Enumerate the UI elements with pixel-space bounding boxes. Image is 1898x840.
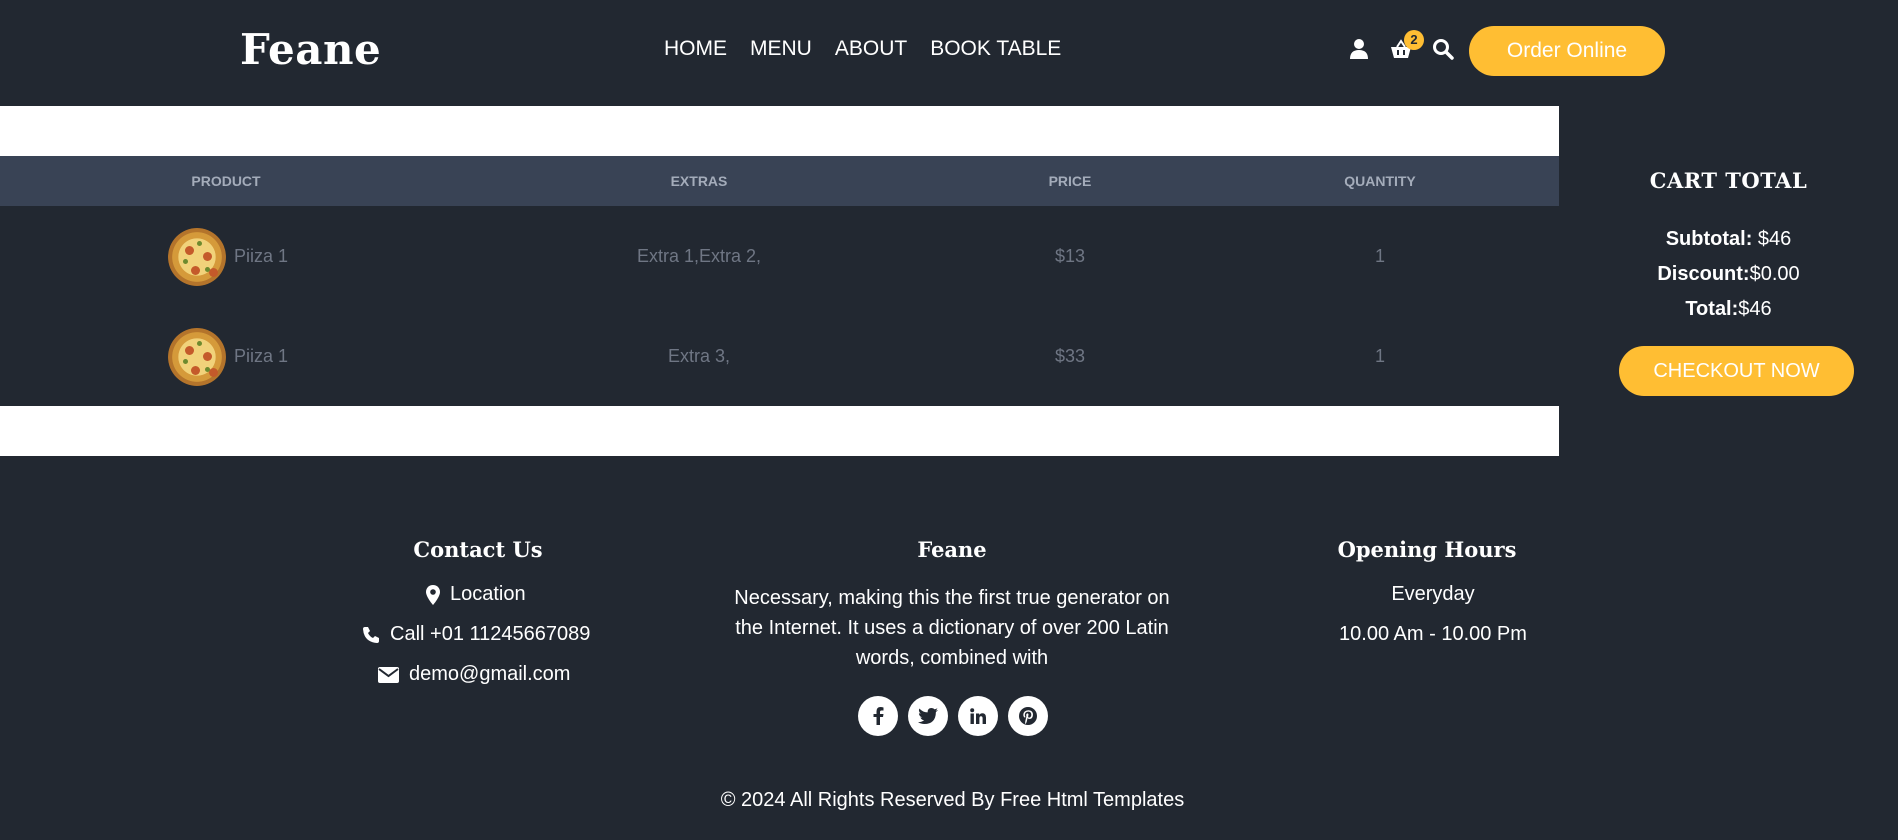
total-label: Total:	[1685, 298, 1739, 320]
search-icon[interactable]	[1432, 38, 1454, 60]
checkout-now-button[interactable]: CHECKOUT NOW	[1619, 346, 1854, 396]
cart-table: PRODUCT EXTRAS PRICE QUANTITY Piiza 1 Ex…	[0, 106, 1559, 456]
discount-value: $0.00	[1749, 263, 1800, 285]
nav-about[interactable]: ABOUT	[835, 37, 907, 61]
table-row: Piiza 1 Extra 3, $33 1	[0, 306, 1559, 406]
column-extras: EXTRAS	[670, 173, 728, 189]
product-name: Piiza 1	[234, 246, 289, 266]
contact-title: Contact Us	[413, 537, 543, 562]
cart-subtotal: Subtotal: $46	[1559, 228, 1898, 251]
total-value: $46	[1738, 298, 1772, 320]
email-link[interactable]: demo@gmail.com	[378, 663, 570, 686]
site-logo[interactable]: Feane	[240, 25, 381, 74]
nav-book-table[interactable]: BOOK TABLE	[930, 37, 1061, 61]
location-text: Location	[450, 583, 526, 605]
phone-icon	[363, 626, 379, 643]
column-price: PRICE	[1048, 173, 1092, 189]
column-quantity: QUANTITY	[1344, 173, 1416, 189]
table-row: Piiza 1 Extra 1,Extra 2, $13 1	[0, 206, 1559, 306]
cart-total-panel: CART TOTAL Subtotal: $46 Discount:$0.00 …	[1559, 106, 1898, 456]
cart-total-title: CART TOTAL	[1649, 168, 1808, 193]
linkedin-icon[interactable]	[958, 696, 998, 736]
facebook-icon[interactable]	[858, 696, 898, 736]
basket-icon[interactable]: 2	[1390, 30, 1424, 60]
hours-days: Everyday	[1391, 583, 1475, 605]
location-icon	[426, 584, 440, 605]
product-image	[168, 228, 226, 286]
product-price: $13	[1054, 246, 1086, 266]
table-body: Piiza 1 Extra 1,Extra 2, $13 1 Piiza 1 E…	[0, 206, 1559, 406]
hours-time: 10.00 Am - 10.00 Pm	[1339, 623, 1527, 645]
product-extras: Extra 3,	[667, 346, 731, 366]
product-extras: Extra 1,Extra 2,	[636, 246, 762, 266]
discount-label: Discount:	[1657, 263, 1750, 285]
product-quantity: 1	[1374, 346, 1385, 366]
nav-home[interactable]: HOME	[664, 37, 727, 61]
about-line: the Internet. It uses a dictionary of ov…	[735, 617, 1169, 639]
about-line: Necessary, making this the first true ge…	[734, 587, 1170, 609]
product-image	[168, 328, 226, 386]
cart-total: Total:$46	[1559, 298, 1898, 321]
footer-about-text: Necessary, making this the first true ge…	[690, 583, 1214, 673]
product-name: Piiza 1	[234, 346, 289, 366]
email-text: demo@gmail.com	[409, 663, 571, 685]
phone-text: Call +01 11245667089	[390, 623, 591, 645]
nav-menu[interactable]: MENU	[750, 37, 812, 61]
location-link[interactable]: Location	[426, 583, 526, 606]
header-icons: 2	[1348, 30, 1454, 60]
subtotal-label: Subtotal:	[1665, 228, 1753, 250]
twitter-icon[interactable]	[908, 696, 948, 736]
main-nav: HOME MENU ABOUT BOOK TABLE	[664, 37, 1061, 61]
site-footer: Contact Us Location Call +01 11245667089…	[0, 456, 1898, 840]
phone-link[interactable]: Call +01 11245667089	[362, 623, 590, 646]
cart-count-badge: 2	[1404, 30, 1424, 50]
product-price: $33	[1054, 346, 1086, 366]
user-icon[interactable]	[1348, 38, 1370, 60]
about-line: words, combined with	[855, 647, 1049, 669]
hours-title: Opening Hours	[1337, 537, 1517, 562]
footer-brand-title: Feane	[917, 537, 987, 562]
subtotal-value: $46	[1752, 228, 1792, 250]
column-product: PRODUCT	[191, 173, 261, 189]
pinterest-icon[interactable]	[1008, 696, 1048, 736]
product-quantity: 1	[1374, 246, 1385, 266]
copyright-text: © 2024 All Rights Reserved By Free Html …	[720, 789, 1185, 811]
order-online-button[interactable]: Order Online	[1469, 26, 1665, 76]
site-header: Feane HOME MENU ABOUT BOOK TABLE 2 Order…	[0, 0, 1898, 106]
table-header: PRODUCT EXTRAS PRICE QUANTITY	[0, 156, 1559, 206]
envelope-icon	[378, 666, 399, 683]
cart-discount: Discount:$0.00	[1559, 263, 1898, 286]
